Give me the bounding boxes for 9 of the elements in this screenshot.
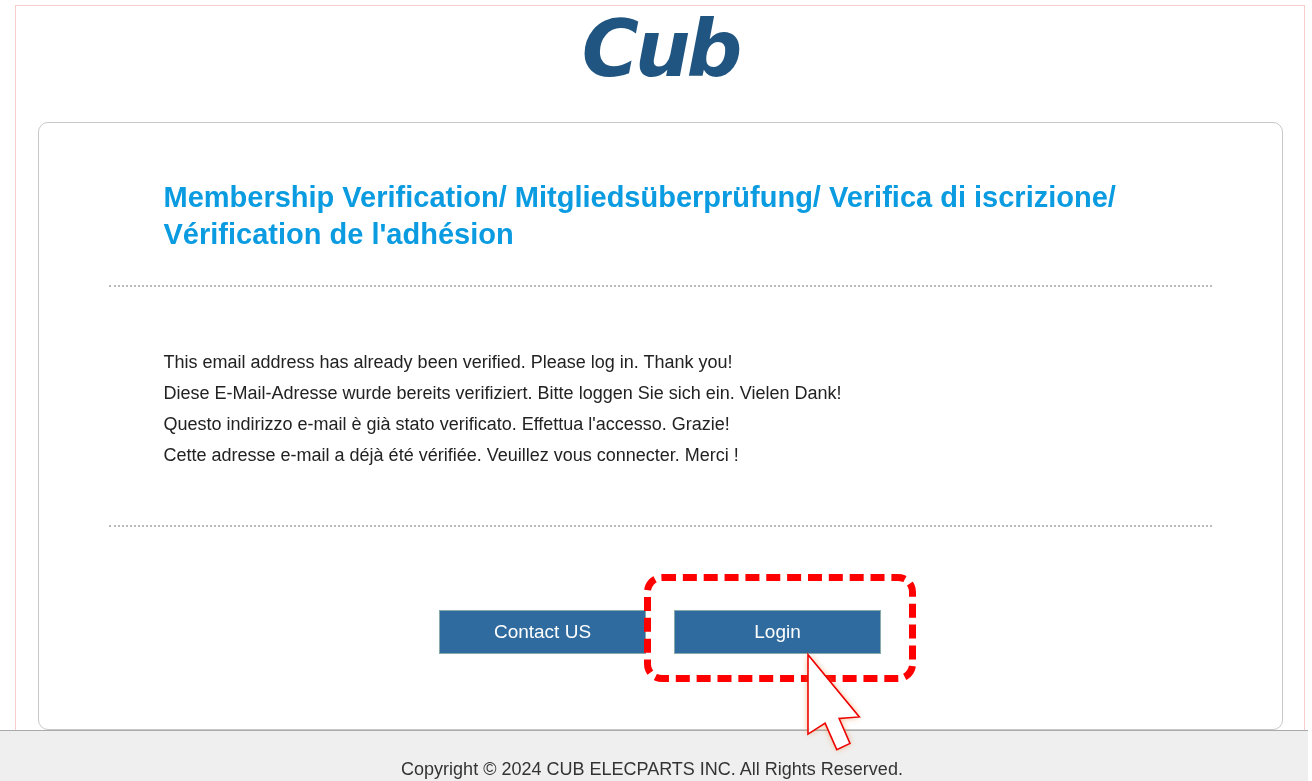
message-text: Diese E-Mail-Adresse wurde bereits verifiziert. Bitte loggen Sie sich ein. Vielen Dank! — [163, 382, 843, 405]
logo: Cub — [581, 10, 739, 96]
message-text: This email address has already been verified. Please log in. Thank you! — [163, 351, 734, 374]
message-text: Questo indirizzo e-mail è già stato verificato. Effettua l'accesso. Grazie! — [163, 413, 731, 436]
login-button[interactable]: Login — [674, 610, 881, 654]
message-text: Cette adresse e-mail a déjà été vérifiée. Veuillez vous connecter. Merci ! — [163, 444, 740, 467]
contact-button[interactable]: Contact US — [439, 610, 646, 654]
page-title: Membership Verification/ Mitgliedsüberprüfung/ Verifica di iscrizione/ Vérification de l'adhésion — [163, 180, 1117, 252]
copyright-text: Copyright © 2024 CUB ELECPARTS INC. All Rights Reserved. — [401, 758, 903, 781]
